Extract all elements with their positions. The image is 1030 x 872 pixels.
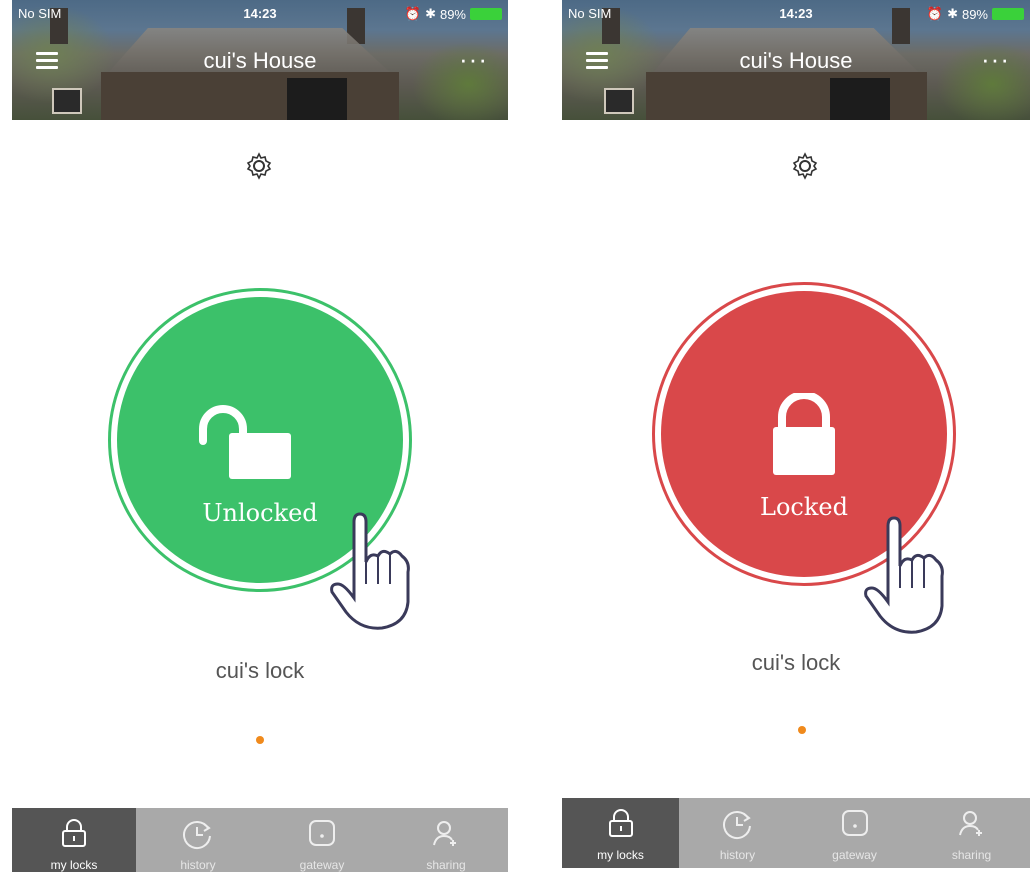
open-padlock-icon bbox=[199, 405, 291, 479]
settings-gear-icon[interactable] bbox=[244, 151, 274, 181]
battery-icon bbox=[992, 8, 1024, 20]
tab-sharing[interactable]: sharing bbox=[913, 798, 1030, 868]
page-title: cui's House bbox=[739, 48, 853, 73]
tab-label: history bbox=[180, 858, 216, 872]
page-indicator-dot bbox=[798, 726, 806, 734]
battery-icon bbox=[470, 8, 502, 20]
tab-gateway[interactable]: gateway bbox=[796, 798, 913, 868]
page-title: cui's House bbox=[203, 48, 317, 73]
tab-history[interactable]: history bbox=[136, 808, 260, 872]
tab-label: my locks bbox=[597, 848, 644, 862]
gateway-icon bbox=[841, 810, 868, 836]
status-bar: No SIM 14:23 ⏰ ✱ 89% bbox=[18, 6, 502, 24]
house-door bbox=[287, 78, 347, 120]
battery-percent: 89% bbox=[439, 6, 466, 22]
tap-hand-icon bbox=[864, 516, 944, 634]
house-header: No SIM 14:23 ⏰ ✱ 89% cui's House ··· bbox=[562, 0, 1030, 120]
bluetooth-icon: ✱ bbox=[947, 6, 958, 21]
status-bar: No SIM 14:23 ⏰ ✱ 89% bbox=[568, 6, 1024, 24]
tab-label: my locks bbox=[50, 858, 98, 872]
more-options-icon[interactable]: ··· bbox=[459, 46, 488, 72]
user-add-icon bbox=[433, 821, 456, 846]
battery-percent: 89% bbox=[961, 6, 988, 22]
tab-gateway[interactable]: gateway bbox=[260, 808, 384, 872]
tab-bar: my locks history gateway sharing bbox=[562, 798, 1030, 868]
tab-label: sharing bbox=[951, 848, 992, 862]
alarm-icon: ⏰ bbox=[926, 6, 944, 21]
user-add-icon bbox=[958, 811, 982, 836]
lock-name: cui's lock bbox=[215, 658, 305, 683]
more-options-icon[interactable]: ··· bbox=[981, 46, 1010, 72]
phone-screen-locked: No SIM 14:23 ⏰ ✱ 89% cui's House ··· Loc… bbox=[562, 0, 1030, 872]
history-icon bbox=[722, 811, 751, 839]
tab-bar: my locks history gateway sharing bbox=[12, 808, 508, 872]
tab-label: gateway bbox=[832, 848, 877, 862]
tab-my-locks[interactable]: my locks bbox=[562, 798, 679, 868]
lock-name: cui's lock bbox=[751, 650, 841, 675]
page-indicator-dot bbox=[256, 736, 264, 744]
closed-padlock-icon bbox=[773, 393, 835, 475]
phone-screen-unlocked: No SIM 14:23 ⏰ ✱ 89% cui's House ··· Unl… bbox=[12, 0, 508, 872]
bluetooth-icon: ✱ bbox=[425, 6, 436, 21]
lock-icon bbox=[62, 819, 86, 847]
settings-gear-icon[interactable] bbox=[790, 151, 820, 181]
tab-history[interactable]: history bbox=[679, 798, 796, 868]
tab-my-locks[interactable]: my locks bbox=[12, 808, 136, 872]
house-header: No SIM 14:23 ⏰ ✱ 89% cui's House ··· bbox=[12, 0, 508, 120]
gateway-icon bbox=[309, 820, 335, 846]
lock-icon bbox=[608, 809, 633, 837]
tap-hand-icon bbox=[330, 512, 410, 630]
house-door bbox=[830, 78, 890, 120]
alarm-icon: ⏰ bbox=[404, 6, 422, 21]
tab-label: history bbox=[719, 848, 756, 862]
tab-sharing[interactable]: sharing bbox=[384, 808, 508, 872]
tab-label: gateway bbox=[299, 858, 345, 872]
history-icon bbox=[183, 821, 211, 849]
tab-label: sharing bbox=[426, 858, 466, 872]
